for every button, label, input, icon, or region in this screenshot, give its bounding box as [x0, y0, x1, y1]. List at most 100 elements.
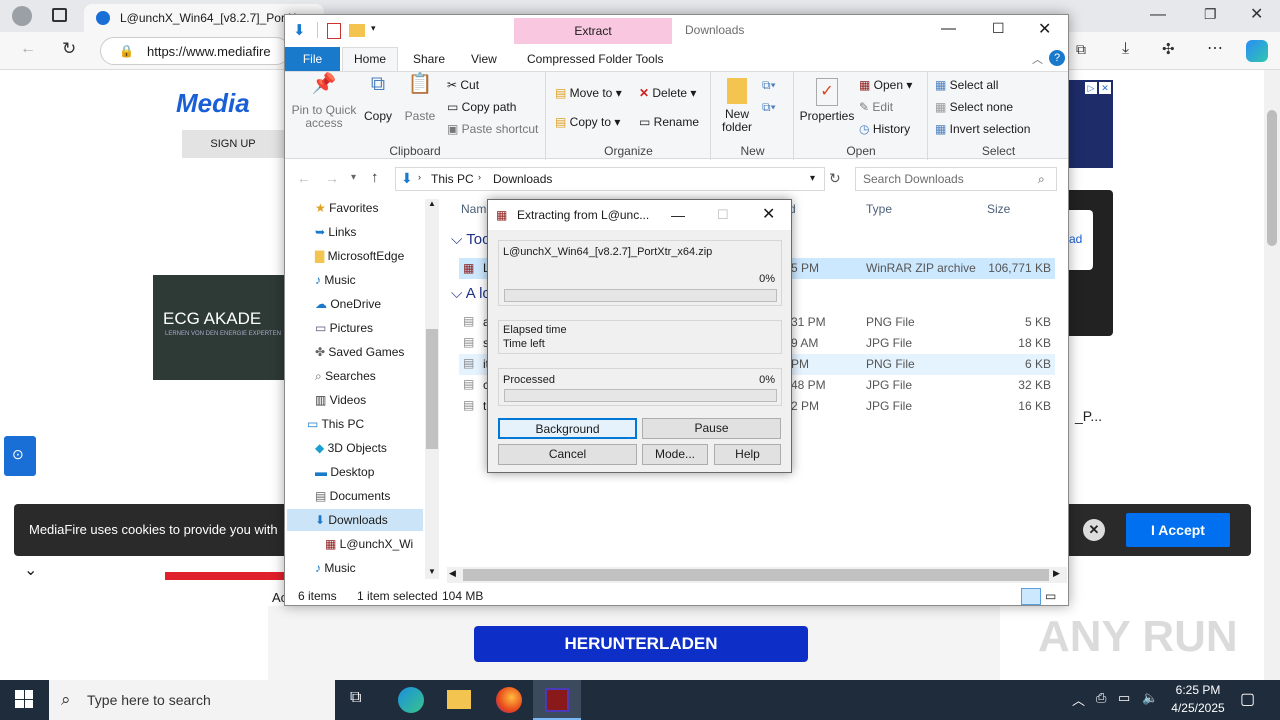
column-type[interactable]: Type: [866, 202, 892, 216]
side-ad[interactable]: ▷ ✕: [1069, 80, 1113, 168]
notifications-icon[interactable]: ▢: [1240, 689, 1255, 709]
up-arrow-icon[interactable]: ↑: [371, 169, 379, 186]
address-bar[interactable]: 🔒 https://www.mediafire: [100, 37, 290, 65]
dialog-minimize-icon[interactable]: —: [671, 200, 685, 230]
sign-up-button[interactable]: SIGN UP: [182, 130, 284, 158]
recent-locations-icon[interactable]: ▾: [351, 172, 356, 183]
paste-shortcut-button[interactable]: ▣ Paste shortcut: [447, 122, 538, 136]
edit-button[interactable]: ✎ Edit: [859, 100, 893, 114]
tray-device-icon[interactable]: ⎙: [1096, 690, 1106, 706]
properties-button[interactable]: ✓ Properties: [799, 78, 855, 123]
taskbar-search-box[interactable]: ⌕ Type here to search: [49, 680, 335, 720]
delete-button[interactable]: ✕ Delete ▾: [639, 86, 696, 100]
nav-links[interactable]: ➥ Links: [315, 221, 356, 243]
collapse-ribbon-icon[interactable]: ︿: [1032, 51, 1043, 67]
site-logo[interactable]: Media: [176, 88, 250, 119]
search-downloads-input[interactable]: Search Downloads ⌕: [855, 167, 1057, 191]
side-panel-card[interactable]: ad: [1069, 210, 1093, 270]
file-explorer-icon[interactable]: [447, 690, 471, 709]
nav-favorites[interactable]: ★ Favorites: [315, 197, 378, 219]
downloads-icon[interactable]: ⤓: [1122, 40, 1129, 58]
chevron-down-icon[interactable]: ⌄: [24, 560, 37, 580]
accept-cookies-button[interactable]: I Accept: [1126, 513, 1230, 547]
explorer-minimize-icon[interactable]: —: [941, 20, 956, 37]
breadcrumb-downloads[interactable]: Downloads: [493, 172, 552, 186]
help-icon[interactable]: ?: [1049, 50, 1065, 66]
mode-button[interactable]: Mode...: [642, 444, 708, 465]
breadcrumb-chevron-icon[interactable]: ›: [418, 172, 421, 182]
tray-chevron-icon[interactable]: ︿: [1072, 690, 1085, 709]
tab-share[interactable]: Share: [413, 52, 445, 66]
horizontal-scrollbar[interactable]: ◀ ▶: [447, 567, 1067, 583]
explorer-close-icon[interactable]: ✕: [1038, 19, 1051, 39]
properties-qat-icon[interactable]: [327, 23, 341, 39]
details-view-icon[interactable]: [1021, 588, 1041, 605]
firefox-icon[interactable]: [496, 687, 522, 713]
nav-music[interactable]: ♪ Music: [315, 269, 356, 291]
nav-3d-objects[interactable]: ◆ 3D Objects: [315, 437, 387, 459]
scroll-left-icon[interactable]: ◀: [449, 568, 456, 579]
nav-forward-icon[interactable]: →: [325, 170, 339, 186]
move-to-button[interactable]: ▤ Move to ▾: [555, 86, 622, 100]
nav-documents[interactable]: ▤ Documents: [315, 485, 390, 507]
close-icon[interactable]: ✕: [1250, 4, 1263, 24]
extract-context-tab[interactable]: Extract: [514, 18, 672, 44]
help-button[interactable]: Help: [714, 444, 781, 465]
nav-onedrive[interactable]: ☁ OneDrive: [315, 293, 381, 315]
nav-this-pc[interactable]: ▭ This PC: [307, 413, 364, 435]
copy-to-button[interactable]: ▤ Copy to ▾: [555, 115, 620, 129]
copy-path-button[interactable]: ▭ Copy path: [447, 100, 516, 114]
windows-start-icon[interactable]: [15, 690, 33, 708]
restore-icon[interactable]: ❐: [1204, 6, 1217, 23]
select-all-button[interactable]: ▦ Select all: [935, 78, 998, 92]
breadcrumb-this-pc[interactable]: This PC: [431, 172, 474, 186]
winrar-taskbar-button[interactable]: [533, 680, 581, 720]
page-scrollbar[interactable]: [1264, 70, 1280, 680]
scroll-down-icon[interactable]: ▼: [428, 567, 436, 576]
select-none-button[interactable]: ▦ Select none: [935, 100, 1013, 114]
column-name[interactable]: Nam: [461, 202, 486, 216]
group-header-earlier[interactable]: ⌵ A lo: [451, 285, 491, 302]
scroll-right-icon[interactable]: ▶: [1053, 568, 1060, 579]
tab-view[interactable]: View: [471, 52, 497, 66]
task-view-icon[interactable]: ⧉: [350, 689, 361, 707]
large-icons-view-icon[interactable]: ▭: [1045, 588, 1063, 605]
new-folder-button[interactable]: New folder: [716, 78, 758, 134]
minimize-icon[interactable]: —: [1150, 6, 1166, 24]
page-scroll-thumb[interactable]: [1267, 110, 1277, 246]
clock-date[interactable]: 4/25/2025: [1164, 701, 1232, 715]
clock-time[interactable]: 6:25 PM: [1168, 683, 1228, 697]
background-button[interactable]: Background: [498, 418, 637, 439]
pause-button[interactable]: Pause: [642, 418, 781, 439]
copy-button[interactable]: ⧉ Copy: [359, 74, 397, 123]
column-size[interactable]: Size: [987, 202, 1010, 216]
nav-pictures[interactable]: ▭ Pictures: [315, 317, 373, 339]
nav-launchx-archive[interactable]: ▦ L@unchX_Wi: [325, 533, 423, 555]
extensions-icon[interactable]: ✣: [1162, 40, 1175, 58]
h-scroll-thumb[interactable]: [463, 569, 1049, 581]
pin-quick-access-button[interactable]: 📌 Pin to Quick access: [289, 74, 359, 130]
nav-scroll-thumb[interactable]: [426, 329, 438, 449]
tab-compressed-folder-tools[interactable]: Compressed Folder Tools: [527, 52, 664, 66]
volume-icon[interactable]: 🔈: [1142, 690, 1158, 706]
group-header-today[interactable]: ⌵ Too: [451, 231, 490, 248]
nav-scrollbar[interactable]: ▲ ▼: [425, 199, 439, 579]
edge-icon[interactable]: [398, 687, 424, 713]
new-folder-qat-icon[interactable]: [349, 24, 365, 37]
dialog-close-icon[interactable]: ✕: [762, 200, 775, 230]
rename-button[interactable]: ▭ Rename: [639, 115, 699, 129]
ad-banner[interactable]: ECG AKADE LERNEN VON DEN ENERGIE EXPERTE…: [153, 275, 284, 380]
refresh-folder-icon[interactable]: ↻: [829, 170, 841, 187]
more-menu-icon[interactable]: ⋯: [1207, 38, 1223, 58]
refresh-icon[interactable]: ↻: [62, 39, 76, 59]
cut-button[interactable]: ✂ Cut: [447, 78, 479, 92]
nav-music-pc[interactable]: ♪ Music: [315, 557, 356, 579]
tab-file[interactable]: File: [285, 47, 340, 71]
cancel-button[interactable]: Cancel: [498, 444, 637, 465]
qat-customize-icon[interactable]: ▾: [371, 23, 376, 34]
cookie-close-icon[interactable]: ✕: [1083, 519, 1105, 541]
nav-microsoftedge[interactable]: ▇ MicrosoftEdge: [315, 245, 404, 267]
nav-downloads[interactable]: ⬇ Downloads: [287, 509, 423, 531]
collections-icon[interactable]: ⧉: [1076, 41, 1086, 58]
paste-button[interactable]: 📋 Paste: [401, 74, 439, 123]
